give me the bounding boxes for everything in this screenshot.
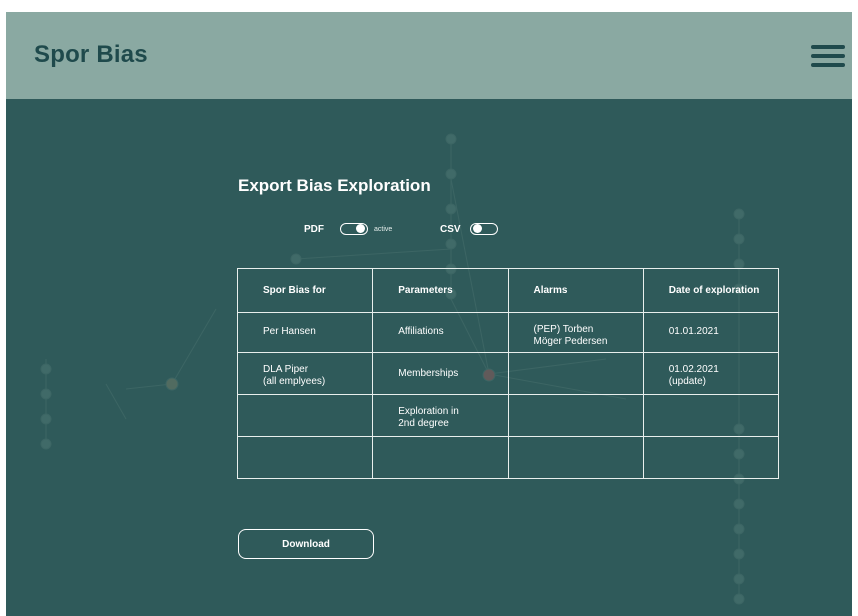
column-header: Alarms [507, 268, 644, 313]
table-row [236, 436, 780, 479]
hamburger-menu-icon[interactable] [811, 45, 845, 67]
cell-date: 01.01.2021 [642, 312, 780, 353]
cell-text: 01.02.2021 [668, 364, 719, 375]
csv-toggle[interactable] [470, 223, 498, 235]
cell-spor-bias-for [236, 436, 374, 479]
cell-alarms [507, 352, 644, 395]
cell-parameters [372, 436, 509, 479]
cell-parameters: Affiliations [372, 312, 509, 353]
export-table: Spor Bias for Parameters Alarms Date of … [236, 268, 780, 479]
pdf-toggle[interactable] [340, 223, 368, 235]
cell-spor-bias-for [236, 394, 374, 437]
cell-text: Möger Pedersen [533, 336, 608, 347]
cell-text: DLA Piper [263, 364, 309, 375]
cell-text: Affiliations [398, 326, 444, 337]
cell-date: 01.02.2021 (update) [642, 352, 780, 395]
table-row: Per Hansen Affiliations (PEP) Torben Mög… [236, 312, 780, 353]
cell-text: (all emplyees) [263, 376, 326, 387]
cell-spor-bias-for: Per Hansen [236, 312, 374, 353]
cell-text: 2nd degree [398, 418, 449, 429]
column-header: Spor Bias for [236, 268, 374, 313]
menu-bar [811, 54, 845, 58]
cell-alarms: (PEP) Torben Möger Pedersen [507, 312, 644, 353]
menu-bar [811, 63, 845, 67]
cell-alarms [507, 394, 644, 437]
cell-alarms [507, 436, 644, 479]
cell-date [642, 394, 780, 437]
cell-parameters: Memberships [372, 352, 509, 395]
column-header: Date of exploration [642, 268, 780, 313]
download-button[interactable]: Download [238, 529, 374, 559]
brand-title: Spor Bias [34, 41, 148, 68]
cell-date [642, 436, 780, 479]
toggle-knob [473, 224, 482, 233]
table-header-row: Spor Bias for Parameters Alarms Date of … [236, 268, 780, 313]
cell-spor-bias-for: DLA Piper (all emplyees) [236, 352, 374, 395]
table-row: DLA Piper (all emplyees) Memberships 01.… [236, 352, 780, 395]
cell-parameters: Exploration in 2nd degree [372, 394, 509, 437]
export-title: Export Bias Exploration [238, 176, 431, 195]
cell-text: Exploration in [398, 406, 459, 417]
top-header: Spor Bias [6, 12, 852, 99]
csv-label: CSV [440, 224, 461, 235]
cell-text: (PEP) Torben [533, 324, 594, 335]
cell-text: Per Hansen [263, 326, 316, 337]
menu-bar [811, 45, 845, 49]
table-row: Exploration in 2nd degree [236, 394, 780, 437]
pdf-active-label: active [374, 226, 393, 233]
toggle-knob [356, 224, 365, 233]
cell-text: Memberships [398, 368, 459, 379]
pdf-label: PDF [304, 224, 324, 235]
cell-text: (update) [668, 376, 706, 387]
app-frame: Spor Bias Export Bias Exploration PDF ac… [6, 12, 852, 616]
column-header: Parameters [372, 268, 509, 313]
cell-text: 01.01.2021 [668, 326, 719, 337]
